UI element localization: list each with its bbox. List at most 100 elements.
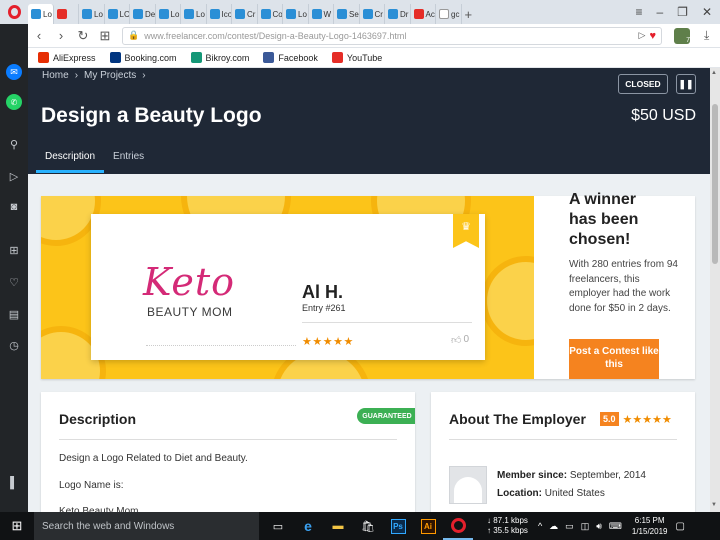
clock[interactable]: 6:15 PM 1/15/2019 — [632, 515, 668, 537]
location: Location: United States — [497, 488, 605, 499]
bookmark-item[interactable]: YouTube — [331, 52, 382, 63]
messenger-icon[interactable]: ✉ — [6, 64, 22, 80]
speed-dial-icon[interactable]: ⊞ — [6, 242, 22, 258]
history-icon[interactable]: ◷ — [6, 337, 22, 353]
browser-tab[interactable]: Ac — [411, 4, 436, 24]
opera-sidebar: ✉ ✆ ⚲ ▷ ◙ ⊞ ♡ ▤ ◷ ▌ — [0, 24, 28, 512]
new-tab-button[interactable]: + — [462, 4, 488, 24]
browser-tab[interactable]: Lo — [181, 4, 207, 24]
browser-tab[interactable]: Cr — [360, 4, 385, 24]
scroll-up-icon[interactable]: ▲ — [711, 70, 717, 76]
employer-card: About The Employer 5.0 ★★★★★ Member sinc… — [431, 392, 695, 522]
browser-tab[interactable]: Lo — [156, 4, 181, 24]
tab-entries[interactable]: Entries — [104, 148, 153, 173]
freelancer-favicon-icon — [235, 9, 245, 19]
opera-taskbar-icon[interactable] — [443, 512, 473, 540]
tab-menu-icon[interactable]: ≡ — [635, 5, 642, 19]
download-icon[interactable]: ⤓ — [704, 28, 709, 43]
bookmark-item[interactable]: Bikroy.com — [190, 52, 249, 63]
browser-tab[interactable]: Ico — [207, 4, 232, 24]
browser-tab[interactable]: Lo — [79, 4, 105, 24]
tab-label: Lo — [170, 9, 180, 19]
winner-summary: A winner has been chosen! With 280 entri… — [569, 190, 679, 316]
edge-icon[interactable]: e — [293, 512, 323, 540]
browser-tab[interactable]: Lo — [283, 4, 309, 24]
breadcrumb: Home › My Projects › — [42, 70, 146, 81]
member-since: Member since: September, 2014 — [497, 470, 646, 481]
breadcrumb-my-projects[interactable]: My Projects — [84, 70, 136, 81]
file-explorer-icon[interactable]: ▬ — [323, 512, 353, 540]
closed-status-button[interactable]: CLOSED — [618, 74, 668, 94]
winning-entry-card[interactable]: Keto BEAUTY MOM ♛ Al H. Entry #261 ★★★★★… — [91, 214, 485, 360]
screen: Lo Lo LC De Lo Lo Ico Cr Co Lo W Se Cr Dr Ac gc + ≡ – ❐… — [0, 0, 720, 540]
send-icon[interactable]: ▷ — [639, 30, 646, 41]
browser-tab[interactable]: Se — [334, 4, 360, 24]
camera-icon[interactable]: ◙ — [6, 199, 22, 215]
close-icon[interactable]: ✕ — [702, 5, 712, 19]
chevron-right-icon: › — [74, 70, 79, 81]
onedrive-icon[interactable]: ☁ — [549, 521, 558, 532]
keyboard-icon[interactable]: ⌨ — [609, 521, 622, 532]
winner-name[interactable]: Al H. — [302, 282, 343, 303]
minimize-icon[interactable]: – — [656, 5, 663, 19]
restore-icon[interactable]: ❐ — [677, 5, 688, 19]
tab-label: gc — [451, 9, 460, 19]
bookmark-favicon-icon — [331, 52, 343, 63]
browser-tab[interactable] — [54, 4, 79, 24]
browser-tab[interactable]: Lo — [28, 4, 54, 24]
tab-label: Lo — [94, 9, 103, 19]
opera-menu-icon[interactable] — [0, 0, 28, 24]
speed-dial-icon[interactable]: ⊞ — [94, 28, 116, 44]
photoshop-icon[interactable]: Ps — [383, 512, 413, 540]
entry-logo-subtext: BEAUTY MOM — [147, 305, 233, 319]
window-controls: ≡ – ❐ ✕ — [635, 5, 720, 19]
browser-tab[interactable]: gc — [436, 4, 462, 24]
illustrator-icon[interactable]: Ai — [413, 512, 443, 540]
show-hidden-icon[interactable]: ^ — [538, 521, 542, 532]
back-icon[interactable]: ‹ — [28, 28, 50, 43]
browser-tab[interactable]: Cr — [232, 4, 258, 24]
taskbar-search-input[interactable]: Search the web and Windows — [34, 512, 259, 540]
browser-tab[interactable]: De — [130, 4, 156, 24]
contest-tabs: Description Entries — [36, 148, 153, 173]
page-scrollbar[interactable]: ▲ ▼ — [710, 68, 720, 512]
scroll-thumb[interactable] — [712, 104, 718, 264]
winner-heading-line: has been — [569, 211, 639, 228]
bookmark-favicon-icon — [109, 52, 121, 63]
notifications-icon[interactable]: ▢ — [675, 521, 684, 532]
whatsapp-icon[interactable]: ✆ — [6, 94, 22, 110]
breadcrumb-home[interactable]: Home — [42, 70, 69, 81]
heart-icon[interactable]: ♡ — [6, 274, 22, 290]
volume-icon[interactable]: 🔊︎ — [596, 521, 602, 532]
bookmark-heart-icon[interactable]: ♥ — [649, 30, 656, 42]
bookmark-item[interactable]: AliExpress — [38, 52, 96, 63]
browser-tab[interactable]: Dr — [385, 4, 411, 24]
tab-description[interactable]: Description — [36, 148, 105, 173]
pause-icon[interactable]: ❚❚ — [676, 74, 696, 94]
browser-tab[interactable]: Co — [258, 4, 283, 24]
search-icon[interactable]: ⚲ — [6, 136, 22, 152]
battery-icon[interactable]: ▭ — [565, 521, 574, 532]
bookmark-item[interactable]: Booking.com — [109, 52, 177, 63]
network-icon[interactable]: ◫ — [581, 521, 590, 532]
post-contest-button[interactable]: Post a Contest like this — [569, 339, 659, 379]
store-icon[interactable]: 🛍︎ — [353, 512, 383, 540]
bookmark-item[interactable]: Facebook — [263, 52, 318, 63]
browser-tab[interactable]: W — [309, 4, 334, 24]
sidebar-toggle-icon[interactable]: ▌ — [6, 475, 22, 491]
send-icon[interactable]: ▷ — [6, 168, 22, 184]
url-input[interactable]: 🔒 www.freelancer.com/contest/Design-a-Be… — [122, 26, 662, 45]
reload-icon[interactable]: ↻ — [72, 28, 94, 44]
windows-start-icon[interactable]: ⊞ — [0, 512, 34, 540]
browser-tab[interactable]: LC — [105, 4, 130, 24]
scroll-down-icon[interactable]: ▼ — [711, 502, 717, 508]
forward-icon[interactable]: › — [50, 28, 72, 43]
extension-icon[interactable]: 7 — [674, 27, 690, 44]
page-title: Design a Beauty Logo — [41, 104, 262, 127]
task-view-icon[interactable]: ▭ — [263, 512, 293, 540]
winner-description: With 280 entries from 94 freelancers, th… — [569, 259, 678, 314]
bookmark-favicon-icon — [190, 52, 202, 63]
news-icon[interactable]: ▤ — [6, 306, 22, 322]
employer-title: About The Employer — [449, 411, 586, 427]
like-button[interactable]: 👍︎ 0 — [451, 334, 469, 346]
